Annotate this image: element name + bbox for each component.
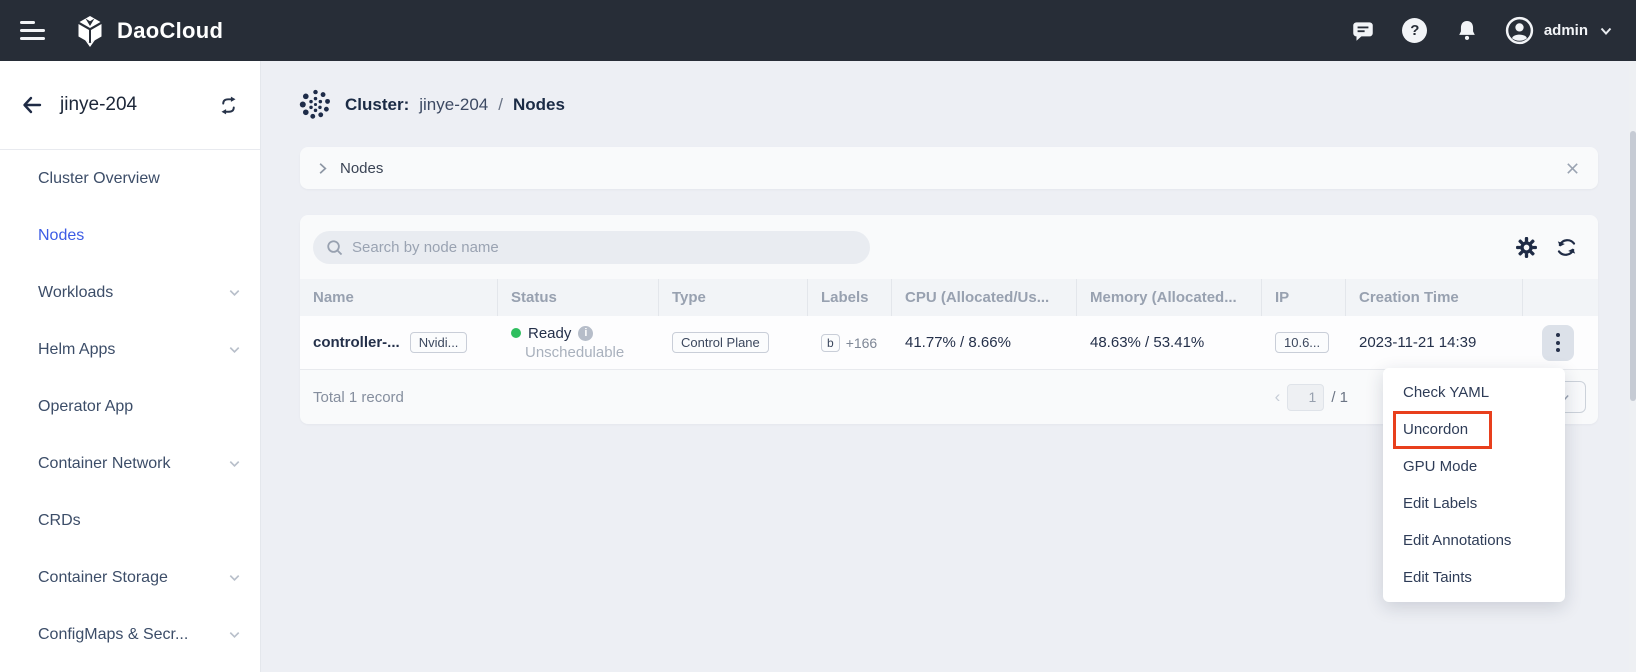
ip-tag[interactable]: 10.6...	[1275, 332, 1329, 353]
breadcrumb-cluster[interactable]: jinye-204	[419, 95, 488, 115]
sidebar-item-operator-app[interactable]: Operator App	[0, 378, 260, 435]
previous-page-icon[interactable]: ‹	[1275, 387, 1281, 407]
username-label: admin	[1544, 22, 1588, 39]
settings-gear-icon[interactable]	[1514, 235, 1538, 259]
labels-tag[interactable]: b	[821, 334, 840, 352]
vertical-scrollbar[interactable]	[1629, 61, 1636, 672]
column-header-name[interactable]: Name	[300, 279, 498, 316]
top-header: DaoCloud ?	[0, 0, 1636, 61]
column-header-labels[interactable]: Labels	[808, 279, 892, 316]
cell-type: Control Plane	[659, 316, 808, 369]
cell-actions	[1523, 316, 1598, 369]
sidebar-item-container-network[interactable]: Container Network	[0, 435, 260, 492]
menu-item-edit-taints[interactable]: Edit Taints	[1383, 559, 1565, 596]
node-name-link[interactable]: controller-...	[313, 334, 400, 351]
total-records-label: Total 1 record	[313, 389, 404, 406]
brand[interactable]: DaoCloud	[72, 13, 223, 49]
menu-item-uncordon[interactable]: Uncordon	[1383, 411, 1565, 448]
column-header-cpu[interactable]: CPU (Allocated/Us...	[892, 279, 1077, 316]
cell-name: controller-... Nvidi...	[300, 316, 498, 369]
menu-toggle-icon[interactable]	[20, 21, 46, 40]
back-arrow-icon[interactable]	[20, 93, 44, 117]
status-unschedulable-text: Unschedulable	[525, 344, 624, 361]
table-toolbar	[300, 215, 1598, 279]
info-icon[interactable]: i	[578, 326, 593, 341]
chevron-down-icon	[227, 456, 242, 471]
sidebar-item-helm-apps[interactable]: Helm Apps	[0, 321, 260, 378]
sidebar-item-crds[interactable]: CRDs	[0, 492, 260, 549]
chevron-down-icon	[227, 342, 242, 357]
scrollbar-thumb[interactable]	[1630, 131, 1636, 401]
brand-name: DaoCloud	[117, 18, 223, 44]
notification-bell-icon[interactable]	[1453, 17, 1481, 45]
cell-memory: 48.63% / 53.41%	[1077, 316, 1262, 369]
sidebar-item-cluster-overview[interactable]: Cluster Overview	[0, 150, 260, 207]
cell-ip: 10.6...	[1262, 316, 1346, 369]
cell-cpu: 41.77% / 8.66%	[892, 316, 1077, 369]
cell-status: Ready i Unschedulable	[498, 316, 659, 369]
column-header-ip[interactable]: IP	[1262, 279, 1346, 316]
chevron-down-icon	[1598, 23, 1614, 39]
chevron-down-icon	[227, 627, 242, 642]
breadcrumb-current: Nodes	[513, 95, 565, 115]
menu-item-edit-labels[interactable]: Edit Labels	[1383, 485, 1565, 522]
sidebar-item-configmaps-secrets[interactable]: ConfigMaps & Secr...	[0, 606, 260, 663]
tab-label: Nodes	[340, 160, 1565, 177]
status-ready-dot	[511, 328, 521, 338]
help-icon[interactable]: ?	[1401, 17, 1429, 45]
close-icon[interactable]	[1565, 161, 1580, 176]
menu-item-edit-annotations[interactable]: Edit Annotations	[1383, 522, 1565, 559]
menu-item-check-yaml[interactable]: Check YAML	[1383, 374, 1565, 411]
column-header-type[interactable]: Type	[659, 279, 808, 316]
sidebar-item-container-storage[interactable]: Container Storage	[0, 549, 260, 606]
status-text: Ready	[528, 325, 571, 342]
cluster-dots-icon	[299, 88, 332, 121]
table-row[interactable]: controller-... Nvidi... Ready i Unschedu…	[300, 316, 1598, 370]
breadcrumb-prefix: Cluster:	[345, 95, 409, 115]
column-header-creation-time[interactable]: Creation Time	[1346, 279, 1523, 316]
search-box[interactable]	[313, 231, 870, 264]
switch-cluster-icon[interactable]	[217, 94, 240, 117]
menu-item-gpu-mode[interactable]: GPU Mode	[1383, 448, 1565, 485]
avatar	[1505, 16, 1534, 45]
chevron-down-icon	[227, 570, 242, 585]
column-header-actions	[1523, 279, 1598, 316]
daocloud-logo	[72, 13, 108, 49]
chevron-right-icon[interactable]	[314, 160, 331, 177]
sidebar: jinye-204 Cluster Overview Nodes Workloa…	[0, 61, 261, 672]
pagination: ‹ / 1	[1275, 370, 1348, 424]
node-name-tag: Nvidi...	[410, 332, 468, 353]
nodes-tab-bar[interactable]: Nodes	[300, 147, 1598, 189]
row-actions-menu: Check YAML Uncordon GPU Mode Edit Labels…	[1383, 368, 1565, 602]
cell-labels: b +166	[808, 316, 892, 369]
cell-creation-time: 2023-11-21 14:39	[1346, 316, 1523, 369]
search-icon	[325, 238, 344, 257]
page-count-label: / 1	[1331, 389, 1348, 406]
column-header-memory[interactable]: Memory (Allocated...	[1077, 279, 1262, 316]
sidebar-item-workloads[interactable]: Workloads	[0, 264, 260, 321]
column-header-status[interactable]: Status	[498, 279, 659, 316]
message-icon[interactable]	[1349, 17, 1377, 45]
chevron-down-icon	[227, 285, 242, 300]
page-number-input[interactable]	[1287, 384, 1324, 411]
sidebar-cluster-name: jinye-204	[60, 94, 201, 116]
sidebar-item-nodes[interactable]: Nodes	[0, 207, 260, 264]
breadcrumb: Cluster: jinye-204 / Nodes	[299, 88, 565, 121]
row-actions-kebab-button[interactable]	[1542, 325, 1574, 361]
breadcrumb-separator: /	[498, 95, 503, 115]
table-header-row: Name Status Type Labels CPU (Allocated/U…	[300, 279, 1598, 316]
search-input[interactable]	[352, 239, 858, 256]
type-tag: Control Plane	[672, 332, 769, 353]
refresh-icon[interactable]	[1554, 235, 1578, 259]
user-menu[interactable]: admin	[1505, 16, 1614, 45]
labels-more-count[interactable]: +166	[846, 335, 878, 351]
